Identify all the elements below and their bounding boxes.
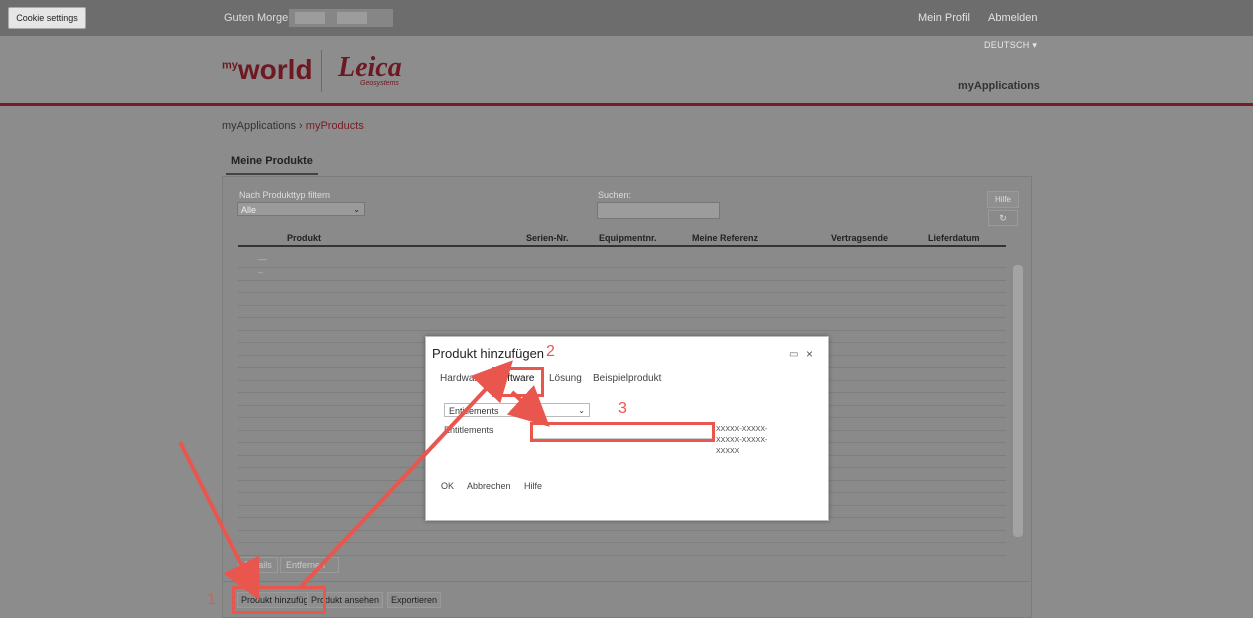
annotation-arrows <box>178 360 550 601</box>
arrow-to-software-tab <box>298 360 513 590</box>
step-number-1: 1 <box>207 591 216 608</box>
highlight-add-button <box>232 586 326 614</box>
highlight-entitlement-field <box>530 422 715 442</box>
step-number-3: 3 <box>618 400 627 417</box>
step-number-2: 2 <box>546 343 555 360</box>
highlight-software-tab <box>492 367 544 397</box>
arrow-to-add-button <box>178 441 260 601</box>
